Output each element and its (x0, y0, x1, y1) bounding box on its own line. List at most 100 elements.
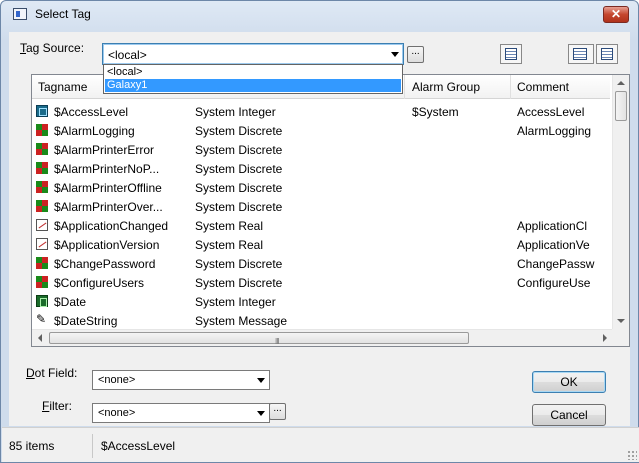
cancel-button[interactable]: Cancel (532, 404, 606, 426)
table-row[interactable]: $ApplicationChanged System Real Applicatio… (32, 216, 610, 235)
cell-comment: ApplicationCl (517, 219, 588, 233)
cell-tagname: $Date (54, 295, 87, 309)
app-icon (13, 8, 27, 20)
tag-source-value: <local> (108, 48, 147, 62)
filter-browse-button[interactable]: ... (269, 403, 286, 420)
cell-tagname: $DateString (54, 314, 118, 328)
selected-tag-status: $AccessLevel (101, 439, 176, 453)
list-view-icon (573, 48, 587, 60)
cell-tagname: $AlarmPrinterNoP... (54, 162, 160, 176)
filter-value: <none> (98, 407, 136, 419)
title-bar[interactable]: Select Tag ✕ (1, 1, 638, 27)
scroll-up-icon[interactable] (617, 81, 625, 85)
cell-comment: ChangePassw (517, 257, 595, 271)
table-row[interactable]: $AccessLevel System Integer $System AccessL… (32, 102, 610, 121)
cell-comment: AccessLevel (517, 105, 585, 119)
filter-combo[interactable]: <none> (92, 403, 270, 423)
cell-type: System Real (195, 219, 264, 233)
table-row[interactable]: $AlarmPrinterError System Discrete (32, 140, 610, 159)
message-tag-icon: ✎ (36, 312, 47, 326)
cell-tagname: $AlarmPrinterOver... (54, 200, 163, 214)
cell-type: System Discrete (195, 276, 283, 290)
cell-type: System Discrete (195, 143, 283, 157)
real-tag-icon (36, 238, 48, 250)
cell-alarm-group: $System (412, 105, 459, 119)
table-row[interactable]: $ApplicationVersion System Real Applicatio… (32, 235, 610, 254)
cell-type: System Discrete (195, 162, 283, 176)
tag-source-label: Tag Source: (20, 41, 85, 55)
cell-tagname: $AlarmLogging (54, 124, 135, 138)
dialog-title: Select Tag (35, 7, 91, 21)
chevron-down-icon[interactable] (257, 411, 265, 416)
scroll-right-icon[interactable] (603, 334, 607, 342)
scroll-down-icon[interactable] (617, 319, 625, 323)
column-divider[interactable] (404, 75, 405, 99)
discrete-tag-icon (36, 181, 48, 193)
dropdown-option-galaxy1[interactable]: Galaxy1 (105, 79, 401, 92)
cell-type: System Discrete (195, 124, 283, 138)
large-icons-view-button[interactable] (596, 44, 618, 64)
tag-source-browse-button[interactable]: ... (407, 46, 424, 63)
dot-field-combo[interactable]: <none> (92, 370, 270, 390)
column-header-tagname[interactable]: Tagname (38, 80, 87, 94)
cell-tagname: $ConfigureUsers (54, 276, 145, 290)
cell-type: System Message (195, 314, 288, 328)
details-view-button[interactable] (500, 44, 522, 64)
cell-type: System Discrete (195, 200, 283, 214)
table-row[interactable]: $ConfigureUsers System Discrete ConfigureU… (32, 273, 610, 292)
select-tag-dialog: Select Tag ✕ Tag Source: <local> ... <lo… (0, 0, 639, 463)
cell-type: System Discrete (195, 257, 283, 271)
cell-type: System Real (195, 238, 264, 252)
table-row[interactable]: $AlarmPrinterOffline System Discrete (32, 178, 610, 197)
close-button[interactable]: ✕ (603, 6, 629, 23)
table-row[interactable]: $ChangePassword System Discrete ChangePass… (32, 254, 610, 273)
horizontal-scrollbar[interactable]: III (32, 329, 613, 346)
cell-type: System Integer (195, 295, 276, 309)
dialog-client-area: Tag Source: <local> ... <local> Galaxy1 … (9, 32, 630, 426)
real-tag-icon (36, 219, 48, 231)
table-row[interactable]: $AlarmPrinterNoP... System Discrete (32, 159, 610, 178)
table-row[interactable]: ✎ $DateString System Message (32, 311, 610, 330)
status-bar: 85 items $AccessLevel (2, 427, 639, 462)
cell-comment: AlarmLogging (517, 124, 592, 138)
dot-field-label: Dot Field: (26, 366, 78, 380)
discrete-tag-icon (36, 143, 48, 155)
chevron-down-icon[interactable] (257, 378, 265, 383)
cell-comment: ConfigureUse (517, 276, 591, 290)
column-header-comment[interactable]: Comment (517, 80, 569, 94)
status-divider (92, 434, 93, 458)
table-row[interactable]: $AlarmLogging System Discrete AlarmLogging (32, 121, 610, 140)
date-tag-icon (36, 295, 48, 307)
dropdown-option-local[interactable]: <local> (105, 66, 401, 79)
horizontal-scroll-thumb[interactable]: III (49, 332, 469, 346)
vertical-scroll-thumb[interactable] (615, 91, 627, 121)
column-divider[interactable] (510, 75, 511, 99)
cell-type: System Discrete (195, 181, 283, 195)
list-view-button[interactable] (568, 44, 594, 64)
table-row[interactable]: $Date System Integer (32, 292, 610, 311)
cell-tagname: $AlarmPrinterOffline (54, 181, 162, 195)
filter-label: Filter: (42, 399, 73, 413)
cell-comment: ApplicationVe (517, 238, 590, 252)
cell-tagname: $ApplicationChanged (54, 219, 169, 233)
ok-button[interactable]: OK (532, 371, 606, 393)
item-count: 85 items (9, 439, 55, 453)
resize-grip-icon[interactable] (627, 450, 637, 460)
discrete-tag-icon (36, 276, 48, 288)
tag-list-grid: Tagname Alarm Group Comment $AccessLevel… (31, 74, 630, 347)
column-header-alarm-group[interactable]: Alarm Group (412, 80, 480, 94)
scroll-left-icon[interactable] (38, 334, 42, 342)
cell-tagname: $AlarmPrinterError (54, 143, 155, 157)
dot-field-value: <none> (98, 374, 136, 386)
chevron-down-icon[interactable] (391, 52, 399, 57)
cell-tagname: $ChangePassword (54, 257, 156, 271)
discrete-tag-icon (36, 162, 48, 174)
scrollbar-corner (612, 329, 629, 346)
scroll-grip-icon: III (275, 337, 280, 346)
discrete-tag-icon (36, 200, 48, 212)
discrete-tag-icon (36, 124, 48, 136)
tag-source-combo[interactable]: <local> (102, 43, 404, 65)
table-row[interactable]: $AlarmPrinterOver... System Discrete (32, 197, 610, 216)
vertical-scrollbar[interactable] (612, 75, 629, 329)
cell-tagname: $AccessLevel (54, 105, 129, 119)
